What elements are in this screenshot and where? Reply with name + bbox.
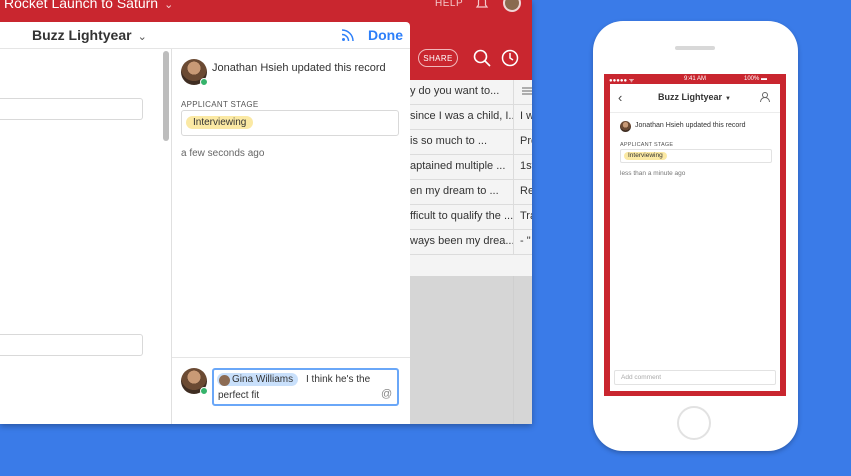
- mobile-activity-timestamp: less than a minute ago: [620, 170, 686, 177]
- status-bar: ●●●●● ᯤ 9:41 AM 100% ▬: [604, 74, 786, 84]
- mention-pill[interactable]: Gina Williams: [217, 373, 299, 386]
- scrollbar[interactable]: [163, 51, 169, 141]
- grid-cell[interactable]: - ": [520, 230, 532, 254]
- chevron-down-icon: ⌄: [137, 31, 147, 43]
- table-row[interactable]: fficult to qualify the ... Tra: [410, 205, 532, 230]
- mobile-applicant-stage-field: Interviewing: [620, 149, 772, 163]
- table-row[interactable]: is so much to ... Pre: [410, 130, 532, 155]
- grid-empty-area: [410, 276, 532, 424]
- bell-icon[interactable]: [474, 0, 490, 10]
- grid-cell[interactable]: is so much to ...: [410, 130, 514, 154]
- activity-text: Jonathan Hsieh updated this record: [212, 62, 386, 74]
- base-title-dropdown[interactable]: Rocket Launch to Saturn ⌄: [4, 0, 173, 11]
- grid-cell[interactable]: 1st: [520, 155, 532, 179]
- grid-cell[interactable]: en my dream to ...: [410, 180, 514, 204]
- mobile-activity-text: Jonathan Hsieh updated this record: [635, 122, 746, 129]
- grid-cell[interactable]: y do you want to...: [410, 80, 514, 104]
- phone-device: ●●●●● ᯤ 9:41 AM 100% ▬ ‹ Buzz Lightyear ▼…: [593, 21, 798, 451]
- table-row[interactable]: y do you want to...: [410, 80, 532, 105]
- view-toolbar: SHARE: [410, 46, 532, 72]
- table-row[interactable]: ways been my drea... - ": [410, 230, 532, 255]
- history-icon[interactable]: [500, 48, 520, 68]
- comment-input[interactable]: Gina Williams I think he's the perfect f…: [212, 368, 399, 406]
- desktop-app-window: Rocket Launch to Saturn ⌄ HELP SHARE y do…: [0, 0, 532, 424]
- mobile-comment-input[interactable]: Add comment: [614, 370, 776, 385]
- mobile-header: ‹ Buzz Lightyear ▼: [610, 84, 780, 113]
- chevron-down-icon: ⌄: [164, 0, 174, 11]
- help-link[interactable]: HELP: [435, 0, 463, 9]
- applicant-stage-field: Interviewing: [181, 110, 399, 136]
- table-row[interactable]: en my dream to ... Re: [410, 180, 532, 205]
- user-avatar[interactable]: [503, 0, 521, 12]
- mobile-record-title[interactable]: Buzz Lightyear ▼: [658, 92, 731, 102]
- mobile-title-text: Buzz Lightyear: [658, 92, 723, 102]
- grid-cell[interactable]: Re: [520, 180, 532, 204]
- search-icon[interactable]: [472, 48, 492, 68]
- done-button[interactable]: Done: [368, 27, 403, 43]
- field-label: APPLICANT STAGE: [181, 100, 259, 109]
- rss-feed-icon[interactable]: [341, 28, 355, 42]
- grid-cell[interactable]: ways been my drea...: [410, 230, 514, 254]
- phone-screen: ●●●●● ᯤ 9:41 AM 100% ▬ ‹ Buzz Lightyear ▼…: [604, 74, 786, 396]
- back-icon[interactable]: ‹: [618, 90, 622, 105]
- stage-pill: Interviewing: [624, 152, 667, 160]
- mobile-record-view: ‹ Buzz Lightyear ▼ Jonathan Hsieh updated…: [610, 84, 780, 391]
- grid-cell[interactable]: since I was a child, I...: [410, 105, 514, 129]
- app-header: Rocket Launch to Saturn ⌄ HELP: [0, 0, 532, 20]
- mention-at-icon[interactable]: @: [381, 388, 392, 400]
- record-fields-pane: [0, 49, 171, 424]
- record-header: Buzz Lightyear ⌄ Done: [0, 22, 410, 49]
- table-row[interactable]: since I was a child, I... I w: [410, 105, 532, 130]
- record-title: Buzz Lightyear: [32, 27, 132, 43]
- expanded-record-panel: Buzz Lightyear ⌄ Done Jonathan Hsieh upda…: [0, 22, 410, 424]
- grid-cell[interactable]: fficult to qualify the ...: [410, 205, 514, 229]
- avatar: [219, 375, 230, 386]
- grid-cell[interactable]: Pre: [520, 130, 532, 154]
- record-field-input[interactable]: [0, 98, 143, 120]
- share-button[interactable]: SHARE: [418, 49, 458, 67]
- comment-placeholder: Add comment: [621, 374, 662, 381]
- column-divider: [513, 276, 514, 424]
- online-status-dot: [200, 387, 208, 395]
- avatar: [620, 121, 631, 132]
- mention-name: Gina Williams: [232, 374, 294, 385]
- grid-cell[interactable]: I w: [520, 105, 532, 129]
- base-title-text: Rocket Launch to Saturn: [4, 0, 159, 11]
- home-button[interactable]: [677, 406, 711, 440]
- comment-text-line: I think he's the: [306, 374, 371, 385]
- grid-cell[interactable]: aptained multiple ...: [410, 155, 514, 179]
- signal-indicator: ●●●●● ᯤ: [609, 78, 635, 84]
- list-icon: [522, 87, 532, 95]
- comment-composer: Gina Williams I think he's the perfect f…: [172, 357, 410, 424]
- caret-down-icon: ▼: [725, 96, 731, 102]
- collaborator-icon[interactable]: [759, 91, 771, 103]
- stage-pill: Interviewing: [186, 116, 254, 129]
- online-status-dot: [200, 78, 208, 86]
- table-row[interactable]: aptained multiple ... 1st: [410, 155, 532, 180]
- grid-cell[interactable]: Tra: [520, 205, 532, 229]
- activity-item: Jonathan Hsieh updated this record APPLI…: [172, 49, 410, 171]
- comment-text-line: perfect fit: [218, 390, 260, 401]
- records-grid: y do you want to... since I was a child,…: [410, 80, 532, 276]
- battery-indicator: 100% ▬: [744, 76, 768, 82]
- status-time: 9:41 AM: [684, 76, 707, 82]
- record-title-dropdown[interactable]: Buzz Lightyear ⌄: [32, 27, 147, 43]
- activity-feed-empty: [172, 170, 410, 357]
- activity-timestamp: a few seconds ago: [181, 148, 265, 159]
- phone-speaker: [675, 46, 715, 50]
- record-field-input[interactable]: [0, 334, 143, 356]
- mobile-field-label: APPLICANT STAGE: [620, 142, 674, 148]
